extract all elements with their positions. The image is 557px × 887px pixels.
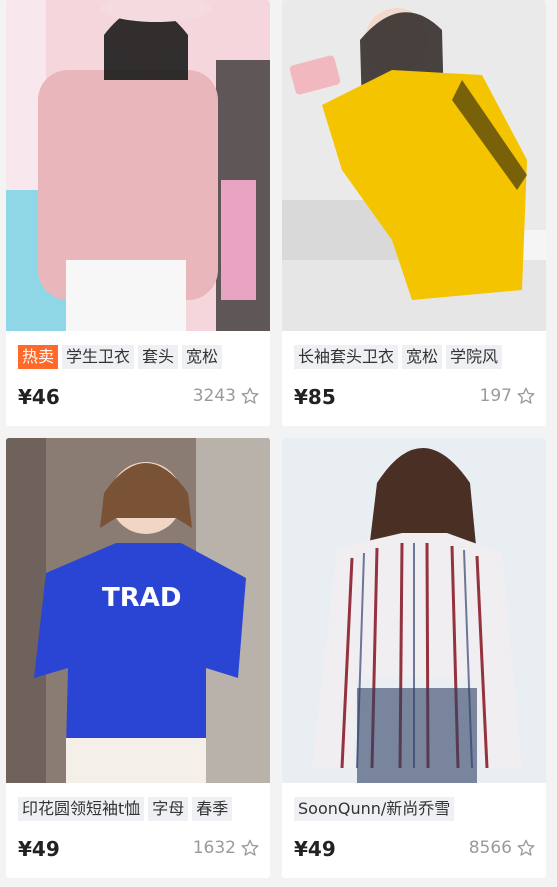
star-outline-icon[interactable]: [240, 838, 260, 858]
tag: 学生卫衣: [62, 345, 135, 369]
product-image[interactable]: [6, 0, 270, 331]
product-image[interactable]: TRAD: [6, 438, 270, 783]
tag-hot: 热卖: [18, 345, 59, 369]
shirt-print-text: TRAD: [102, 583, 181, 613]
star-outline-icon[interactable]: [516, 838, 536, 858]
tag-list: 印花圆领短袖t恤 字母 春季: [18, 797, 262, 821]
tag: 印花圆领短袖t恤: [18, 797, 145, 821]
like-count: 197: [479, 386, 512, 406]
photo-blue-tshirt: TRAD: [6, 438, 270, 783]
product-grid: 热卖 学生卫衣 套头 宽松 ¥46 3243 长袖套头卫衣 宽松 学院风 ¥85…: [0, 0, 557, 887]
like-count-button[interactable]: 197: [480, 386, 536, 406]
tag-list: 热卖 学生卫衣 套头 宽松: [18, 345, 262, 369]
tag: 宽松: [182, 345, 223, 369]
photo-striped-shirt: [282, 438, 546, 783]
price: ¥85: [294, 385, 336, 409]
tag: 春季: [192, 797, 233, 821]
price: ¥46: [18, 385, 60, 409]
product-card[interactable]: SoonQunn/新尚乔雪 ¥49 8566: [282, 438, 546, 878]
product-image[interactable]: [282, 0, 546, 331]
like-count-button[interactable]: 1632: [193, 838, 260, 858]
like-count: 1632: [192, 838, 236, 858]
star-outline-icon[interactable]: [516, 386, 536, 406]
tag: 字母: [148, 797, 189, 821]
photo-pink-sweatshirt: [6, 0, 270, 331]
star-outline-icon[interactable]: [240, 386, 260, 406]
tag: 学院风: [446, 345, 503, 369]
like-count: 8566: [468, 838, 512, 858]
product-card[interactable]: 热卖 学生卫衣 套头 宽松 ¥46 3243: [6, 0, 270, 426]
tag: SoonQunn/新尚乔雪: [294, 797, 455, 821]
product-card[interactable]: 长袖套头卫衣 宽松 学院风 ¥85 197: [282, 0, 546, 426]
like-count-button[interactable]: 3243: [193, 386, 260, 406]
tag-list: 长袖套头卫衣 宽松 学院风: [294, 345, 538, 369]
tag: 套头: [138, 345, 179, 369]
photo-yellow-sweatshirt: [282, 0, 546, 331]
price: ¥49: [18, 837, 60, 861]
product-card[interactable]: TRAD 印花圆领短袖t恤 字母 春季 ¥49 1632: [6, 438, 270, 878]
like-count-button[interactable]: 8566: [469, 838, 536, 858]
product-image[interactable]: [282, 438, 546, 783]
price: ¥49: [294, 837, 336, 861]
tag: 长袖套头卫衣: [294, 345, 399, 369]
like-count: 3243: [192, 386, 236, 406]
tag-list: SoonQunn/新尚乔雪: [294, 797, 538, 821]
tag: 宽松: [402, 345, 443, 369]
